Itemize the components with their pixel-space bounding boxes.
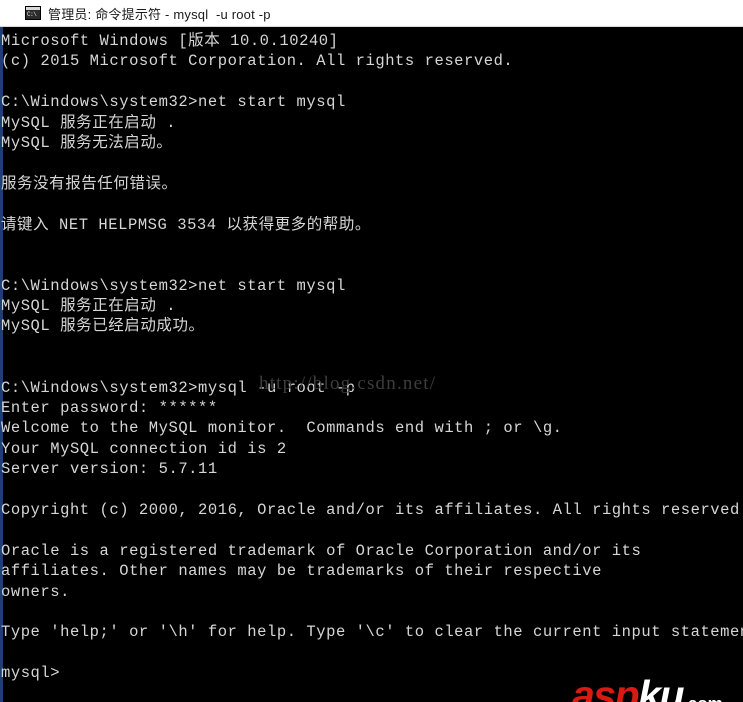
command-prompt-window: 管理员: 命令提示符 - mysql -u root -p Microsoft … [0,0,743,702]
console-line: Welcome to the MySQL monitor. Commands e… [1,419,563,438]
console-line: Enter password: ****** [1,399,218,418]
console-line: 请键入 NET HELPMSG 3534 以获得更多的帮助。 [1,215,371,234]
window-title: 管理员: 命令提示符 - mysql -u root -p [48,6,271,22]
aspku-logo-watermark: aspku.com 免费网站源码下载站! [572,675,743,702]
console-icon [25,6,41,20]
console-text-lines: Microsoft Windows [版本 10.0.10240] (c) 201… [0,31,743,684]
aspku-com-text: .com [683,694,723,702]
console-line: MySQL 服务正在启动 . [1,113,177,132]
console-line: affiliates. Other names may be trademark… [1,562,602,581]
console-line: Microsoft Windows [版本 10.0.10240] [1,32,339,50]
console-line: owners. [1,582,70,601]
console-output-area[interactable]: Microsoft Windows [版本 10.0.10240] (c) 201… [0,27,743,702]
aspku-asp-text: asp [572,672,640,702]
console-line: C:\Windows\system32>net start mysql [1,93,346,112]
aspku-wordmark: aspku.com [572,675,723,702]
console-line: MySQL 服务已经启动成功。 [1,317,205,336]
window-titlebar: 管理员: 命令提示符 - mysql -u root -p [0,0,743,27]
console-line: (c) 2015 Microsoft Corporation. All righ… [1,52,514,71]
console-line: Oracle is a registered trademark of Orac… [1,541,642,560]
aspku-ku-text: ku [638,672,684,702]
console-line: Type 'help;' or '\h' for help. Type '\c'… [1,623,743,642]
console-line: Your MySQL connection id is 2 [1,439,287,458]
console-line: MySQL 服务正在启动 . [1,297,177,316]
console-line: MySQL 服务无法启动。 [1,133,173,152]
console-line: Server version: 5.7.11 [1,460,218,479]
console-line: C:\Windows\system32>net start mysql [1,276,346,295]
console-line: 服务没有报告任何错误。 [1,174,178,193]
console-line: Copyright (c) 2000, 2016, Oracle and/or … [1,500,743,519]
csdn-watermark: http://blog.csdn.net/ [259,373,437,394]
